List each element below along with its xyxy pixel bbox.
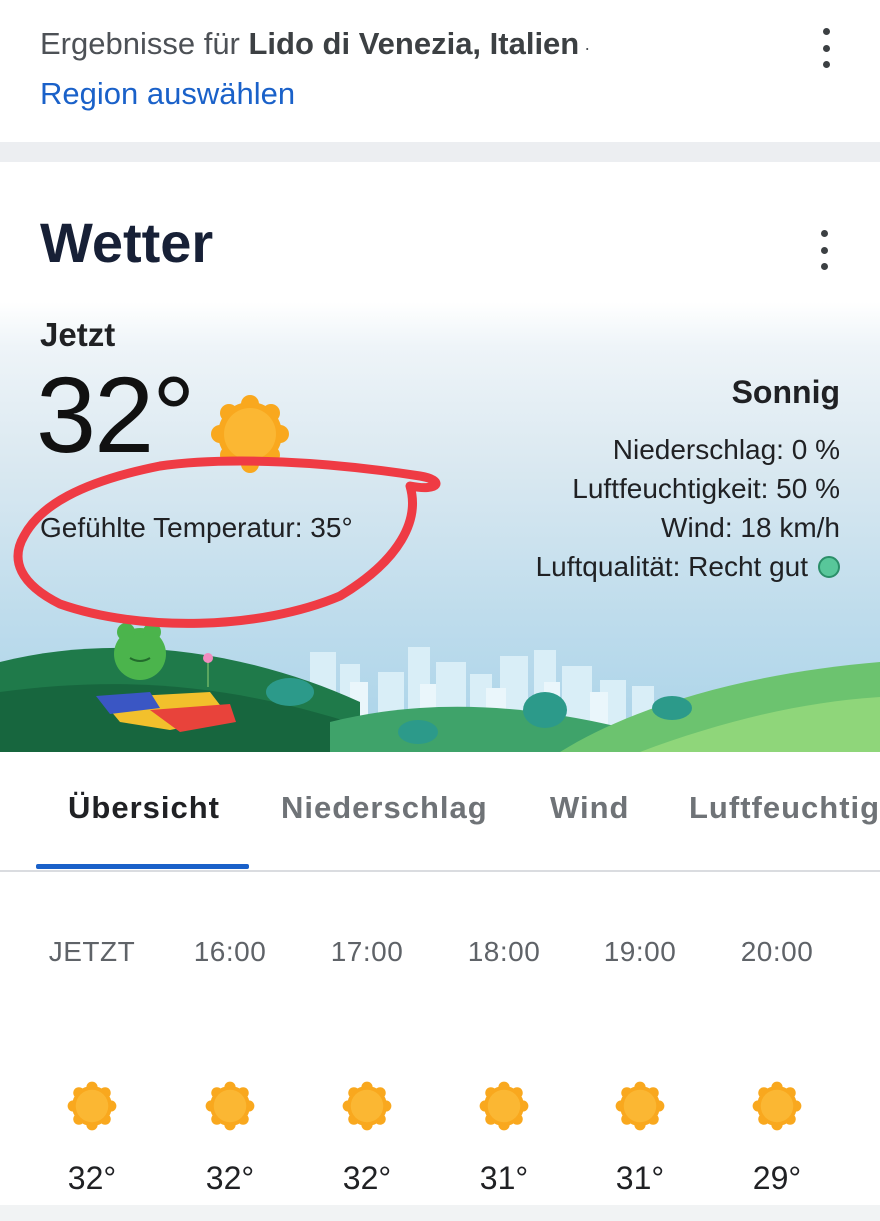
current-temperature: 32° [36,354,195,475]
divider [0,142,880,162]
hour-time: 20:00 [740,936,814,967]
feels-like-temperature: Gefühlte Temperatur: 35° [40,512,353,543]
results-suffix: · [579,38,591,58]
hour-temperature: 31° [615,1160,665,1196]
hour-temperature: 29° [752,1160,802,1196]
air-quality-value: Luftqualität: Recht gut [535,551,808,582]
weather-condition: Sonnig [731,374,840,410]
hour-time: 19:00 [603,936,677,967]
hour-temperature: 32° [67,1160,117,1196]
current-weather: Jetzt 32° Gefühlte Temperatur: 35° Sonni… [0,302,880,752]
sunny-icon [752,1081,802,1131]
region-select-link[interactable]: Region auswählen [40,76,295,112]
wind-value: Wind: 18 km/h [661,512,840,543]
sunny-icon [67,1081,117,1131]
air-quality-indicator [818,555,840,578]
more-options-icon[interactable] [811,28,841,68]
air-quality-row: Luftqualität: Recht gut [536,547,840,586]
bottom-edge [0,1205,880,1221]
hour-time: JETZT [48,936,136,967]
sunny-icon [479,1081,529,1131]
hour-time: 17:00 [330,936,404,967]
weather-card: Wetter Jetzt 32° Gefühlte Temperatur: 35… [0,162,880,1221]
sunny-icon [205,1081,255,1131]
results-prefix: Ergebnisse für [40,26,249,61]
sunny-icon [615,1081,665,1131]
precipitation-value: Niederschlag: 0 % [612,434,840,465]
card-title: Wetter [40,211,214,274]
humidity-value: Luftfeuchtigkeit: 50 % [572,473,840,504]
hour-temperature: 32° [342,1160,392,1196]
hour-temperature: 31° [479,1160,529,1196]
sunny-icon [211,395,289,473]
now-label: Jetzt [40,316,116,353]
results-header: Ergebnisse für Lido di Venezia, Italien … [0,0,880,142]
landscape-illustration [0,623,880,752]
weather-details: Niederschlag: 0 % Luftfeuchtigkeit: 50 %… [536,430,840,586]
results-location: Lido di Venezia, Italien [248,26,580,61]
card-more-options-icon[interactable] [809,230,839,270]
sunny-icon [342,1081,392,1131]
hour-time: 18:00 [467,936,541,967]
hour-time: 16:00 [193,936,267,967]
hour-temperature: 32° [205,1160,255,1196]
results-text: Ergebnisse für Lido di Venezia, Italien … [40,26,590,62]
hourly-forecast: JETZT 32° 16:00 32° 17:00 32° 18:00 31° … [0,770,880,1196]
